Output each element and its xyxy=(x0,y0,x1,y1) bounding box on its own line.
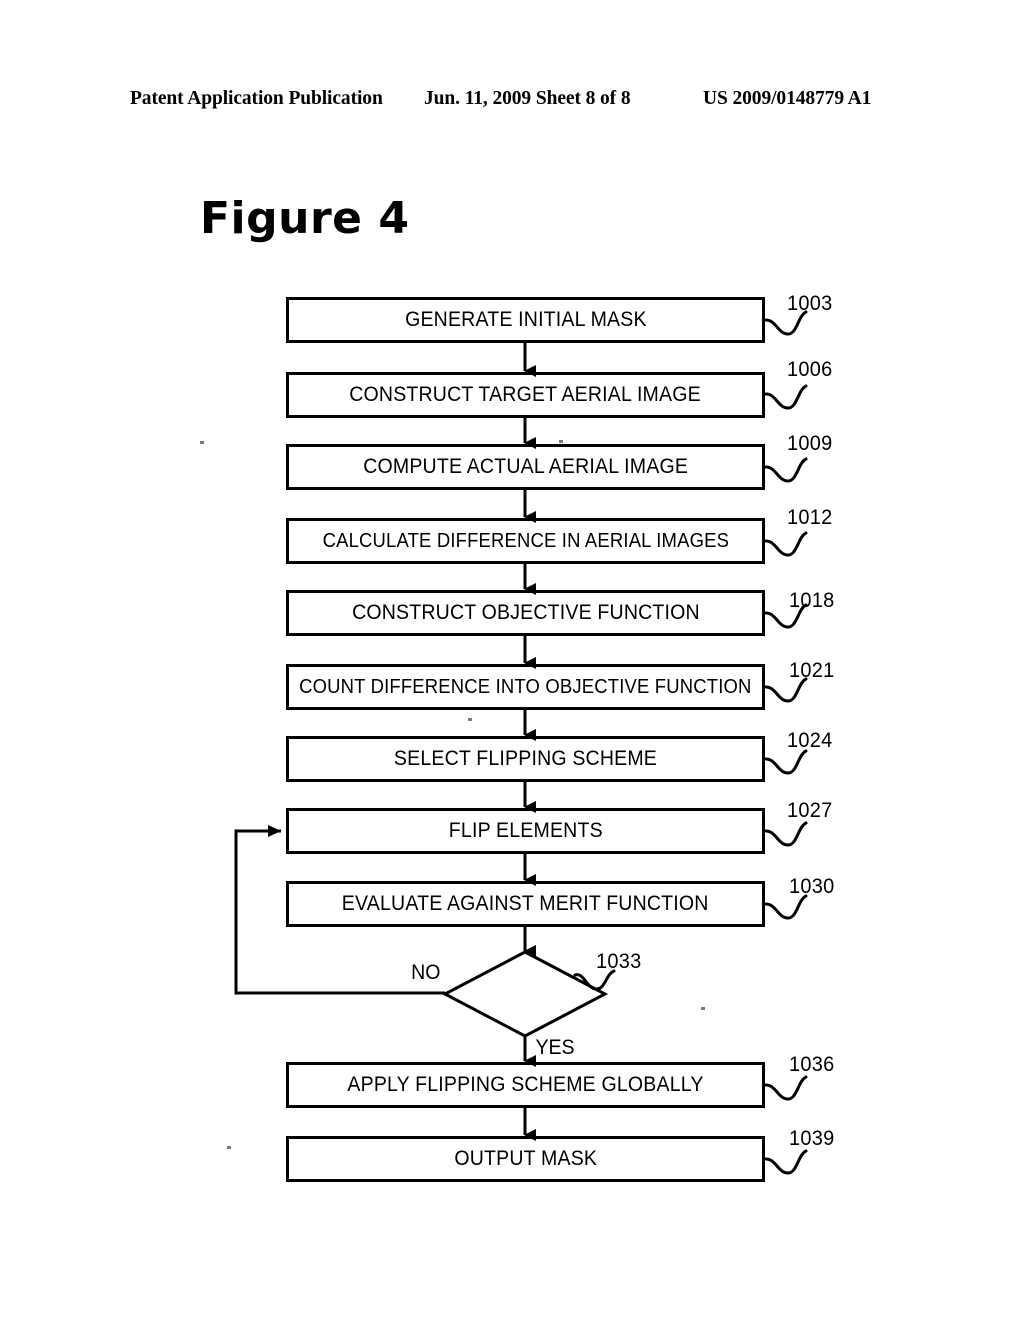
leader-1012 xyxy=(764,531,808,557)
flow-node-label: COUNT DIFFERENCE INTO OBJECTIVE FUNCTION xyxy=(299,675,752,698)
flow-node-label: EVALUATE AGAINST MERIT FUNCTION xyxy=(342,892,709,915)
reference-numeral-1027: 1027 xyxy=(787,799,833,822)
leader-1027 xyxy=(764,821,808,847)
flow-node-label: GENERATE INITIAL MASK xyxy=(404,308,647,331)
leader-1036 xyxy=(764,1075,808,1101)
flow-node-1006: CONSTRUCT TARGET AERIAL IMAGE xyxy=(286,372,765,418)
flow-node-1018: CONSTRUCT OBJECTIVE FUNCTION xyxy=(286,590,765,636)
flow-node-label: OUTPUT MASK xyxy=(454,1147,597,1170)
flow-node-1036: APPLY FLIPPING SCHEME GLOBALLY xyxy=(286,1062,765,1108)
flow-node-label: SELECT FLIPPING SCHEME xyxy=(393,747,658,770)
flow-node-label: APPLY FLIPPING SCHEME GLOBALLY xyxy=(347,1073,704,1096)
reference-numeral-1021: 1021 xyxy=(789,659,835,682)
leader-1009 xyxy=(764,457,808,483)
reference-numeral-1009: 1009 xyxy=(787,432,833,455)
reference-numeral-1039: 1039 xyxy=(789,1127,835,1150)
flow-node-1039: OUTPUT MASK xyxy=(286,1136,765,1182)
leader-1006 xyxy=(764,384,808,410)
flow-node-label: COMPUTE ACTUAL AERIAL IMAGE xyxy=(363,455,688,478)
flow-node-1024: SELECT FLIPPING SCHEME xyxy=(286,736,765,782)
leader-1030 xyxy=(764,894,808,920)
reference-numeral-1006: 1006 xyxy=(787,358,833,381)
flow-node-1003: GENERATE INITIAL MASK xyxy=(286,297,765,343)
flow-node-1021: COUNT DIFFERENCE INTO OBJECTIVE FUNCTION xyxy=(286,664,765,710)
reference-numeral-1024: 1024 xyxy=(787,729,833,752)
flow-node-1012: CALCULATE DIFFERENCE IN AERIAL IMAGES xyxy=(286,518,765,564)
flow-node-label: CONSTRUCT TARGET AERIAL IMAGE xyxy=(349,383,702,406)
reference-numeral-1003: 1003 xyxy=(787,292,833,315)
leader-1039 xyxy=(764,1149,808,1175)
flow-node-label: CALCULATE DIFFERENCE IN AERIAL IMAGES xyxy=(322,529,729,552)
flow-node-label: CONSTRUCT OBJECTIVE FUNCTION xyxy=(351,601,700,624)
reference-numeral-1030: 1030 xyxy=(789,875,835,898)
flowchart: GENERATE INITIAL MASK CONSTRUCT TARGET A… xyxy=(0,0,1024,1320)
patent-figure-page: Patent Application Publication Jun. 11, … xyxy=(0,0,1024,1320)
branch-label-yes: YES xyxy=(535,1036,575,1059)
leader-1024 xyxy=(764,749,808,775)
reference-numeral-1033: 1033 xyxy=(596,950,642,973)
flow-node-1027: FLIP ELEMENTS xyxy=(286,808,765,854)
flow-node-1030: EVALUATE AGAINST MERIT FUNCTION xyxy=(286,881,765,927)
flow-node-1009: COMPUTE ACTUAL AERIAL IMAGE xyxy=(286,444,765,490)
branch-label-no: NO xyxy=(411,961,441,984)
flow-node-label: FLIP ELEMENTS xyxy=(448,819,603,842)
diagram-line-overlay xyxy=(234,310,808,1175)
flow-node-1033-label: ACCEPT? xyxy=(479,980,571,1003)
reference-numeral-1036: 1036 xyxy=(789,1053,835,1076)
reference-numeral-1012: 1012 xyxy=(787,506,833,529)
reference-numeral-1018: 1018 xyxy=(789,589,835,612)
